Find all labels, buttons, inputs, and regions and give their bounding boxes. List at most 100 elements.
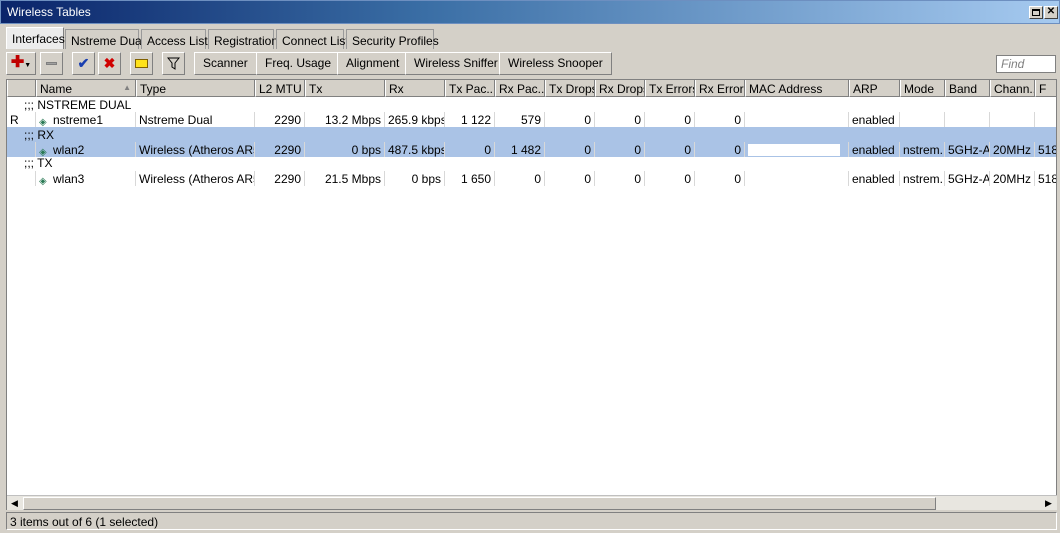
restore-button[interactable]: [1029, 6, 1043, 19]
alignment-button[interactable]: Alignment: [337, 52, 409, 75]
column-header-rx-drops[interactable]: Rx Drops: [595, 80, 645, 97]
column-header-mode[interactable]: Mode: [900, 80, 945, 97]
arrow-left-icon: ◀: [11, 498, 18, 508]
close-icon: ✕: [1046, 6, 1056, 17]
tab-connect-list[interactable]: Connect List: [276, 29, 349, 49]
arp-cell: enabled: [849, 112, 900, 127]
column-header-channel-width[interactable]: Chann...: [990, 80, 1035, 97]
column-header-type[interactable]: Type: [136, 80, 255, 97]
column-header-arp[interactable]: ARP: [849, 80, 900, 97]
column-header-frequency[interactable]: F: [1035, 80, 1056, 97]
channel-width-cell: 20MHz: [990, 171, 1035, 186]
comment-button[interactable]: [130, 52, 153, 75]
column-header-tx-errors[interactable]: Tx Errors: [645, 80, 695, 97]
note-icon: [135, 59, 148, 69]
find-input[interactable]: Find: [996, 55, 1056, 73]
tx-packets-cell: 1 650: [445, 171, 495, 186]
scrollbar-thumb[interactable]: [23, 497, 936, 510]
restore-icon: [1032, 9, 1040, 16]
close-button[interactable]: ✕: [1044, 6, 1058, 19]
wireless-snooper-button[interactable]: Wireless Snooper: [499, 52, 612, 75]
horizontal-scrollbar[interactable]: ◀ ▶: [7, 495, 1057, 510]
tx-drops-cell: 0: [545, 171, 595, 186]
scroll-right-button[interactable]: ▶: [1041, 496, 1056, 511]
column-header-tx-packets[interactable]: Tx Pac...: [445, 80, 495, 97]
column-header-name[interactable]: Name ▲: [36, 80, 136, 97]
add-button[interactable]: ✚▼: [6, 52, 36, 75]
mac-address-cell: [745, 112, 849, 127]
disable-button[interactable]: ✖: [98, 52, 121, 75]
arrow-right-icon: ▶: [1045, 498, 1052, 508]
comment-row-selected: ;;; RX: [7, 127, 1056, 142]
tx-errors-cell: 0: [645, 171, 695, 186]
column-header-rx[interactable]: Rx: [385, 80, 445, 97]
tab-security-profiles[interactable]: Security Profiles: [346, 29, 439, 49]
table-row-selected[interactable]: ◈wlan2 Wireless (Atheros AR5... 2290 0 b…: [7, 142, 1056, 157]
tx-cell: 21.5 Mbps: [305, 171, 385, 186]
band-cell: 5GHz-A: [945, 171, 990, 186]
mac-redaction: [748, 144, 840, 156]
column-header-tx-drops[interactable]: Tx Drops: [545, 80, 595, 97]
enable-button[interactable]: ✔: [72, 52, 95, 75]
frequency-cell: 518: [1035, 171, 1056, 186]
wireless-sniffer-button[interactable]: Wireless Sniffer: [405, 52, 507, 75]
flag-cell: [7, 171, 36, 186]
rx-errors-cell: 0: [695, 171, 745, 186]
tx-errors-cell: 0: [645, 112, 695, 127]
name-cell: ◈ wlan2: [36, 142, 136, 157]
tab-interfaces[interactable]: Interfaces: [6, 27, 65, 49]
band-cell: 5GHz-A: [945, 142, 990, 157]
filter-button[interactable]: [162, 52, 185, 75]
scroll-left-button[interactable]: ◀: [7, 496, 22, 511]
rx-drops-cell: 0: [595, 171, 645, 186]
rx-cell: 487.5 kbps: [385, 142, 445, 157]
mode-cell: [900, 112, 945, 127]
tx-drops-cell: 0: [545, 142, 595, 157]
mode-cell: nstrem...: [900, 142, 945, 157]
scanner-button[interactable]: Scanner: [194, 52, 257, 75]
column-header-mac-address[interactable]: MAC Address: [745, 80, 849, 97]
comment-row: ;;; TX: [7, 156, 1056, 171]
remove-button[interactable]: [40, 52, 63, 75]
arp-cell: enabled: [849, 171, 900, 186]
tab-registration[interactable]: Registration: [208, 29, 278, 49]
column-header-rx-packets[interactable]: Rx Pac...: [495, 80, 545, 97]
channel-width-cell: 20MHz: [990, 142, 1035, 157]
column-header-flag[interactable]: [7, 80, 36, 97]
column-header-tx[interactable]: Tx: [305, 80, 385, 97]
table-row[interactable]: ◈ wlan3 Wireless (Atheros AR5... 2290 21.…: [7, 171, 1056, 187]
freq-usage-button[interactable]: Freq. Usage: [256, 52, 341, 75]
column-header-rx-errors[interactable]: Rx Errors: [695, 80, 745, 97]
dropdown-arrow-icon: ▼: [24, 62, 32, 69]
flag-cell: [7, 142, 36, 157]
name-text: nstreme1: [53, 113, 104, 127]
window-titlebar: Wireless Tables ✕: [0, 0, 1060, 24]
flag-cell: R: [7, 112, 36, 127]
comment-text: ;;; RX: [24, 128, 55, 142]
rx-drops-cell: 0: [595, 142, 645, 157]
tx-packets-cell: 1 122: [445, 112, 495, 127]
channel-width-cell: [990, 112, 1035, 127]
funnel-icon: [166, 57, 181, 71]
status-text: 3 items out of 6 (1 selected): [10, 515, 159, 529]
l2mtu-cell: 2290: [255, 112, 305, 127]
tab-access-list[interactable]: Access List: [141, 29, 208, 49]
band-cell: [945, 112, 990, 127]
tab-nstreme-dual[interactable]: Nstreme Dual: [65, 29, 144, 49]
tx-packets-cell: 0: [445, 142, 495, 157]
column-header-l2mtu[interactable]: L2 MTU: [255, 80, 305, 97]
interfaces-table: Name ▲ Type L2 MTU Tx Rx Tx Pac... Rx Pac…: [6, 79, 1057, 510]
nstreme-interface-icon: ◈: [39, 117, 47, 128]
type-cell: Nstreme Dual: [136, 112, 255, 127]
table-row[interactable]: R ◈ nstreme1 Nstreme Dual 2290 13.2 Mbps …: [7, 112, 1056, 128]
tx-errors-cell: 0: [645, 142, 695, 157]
checkmark-icon: ✔: [77, 55, 90, 71]
l2mtu-cell: 2290: [255, 171, 305, 186]
name-text: wlan3: [53, 172, 85, 186]
rx-packets-cell: 0: [495, 171, 545, 186]
wireless-interface-icon: ◈: [39, 176, 47, 187]
plus-icon: ✚: [10, 54, 25, 71]
comment-row: ;;; NSTREME DUAL: [7, 97, 1056, 112]
tx-cell: 13.2 Mbps: [305, 112, 385, 127]
column-header-band[interactable]: Band: [945, 80, 990, 97]
